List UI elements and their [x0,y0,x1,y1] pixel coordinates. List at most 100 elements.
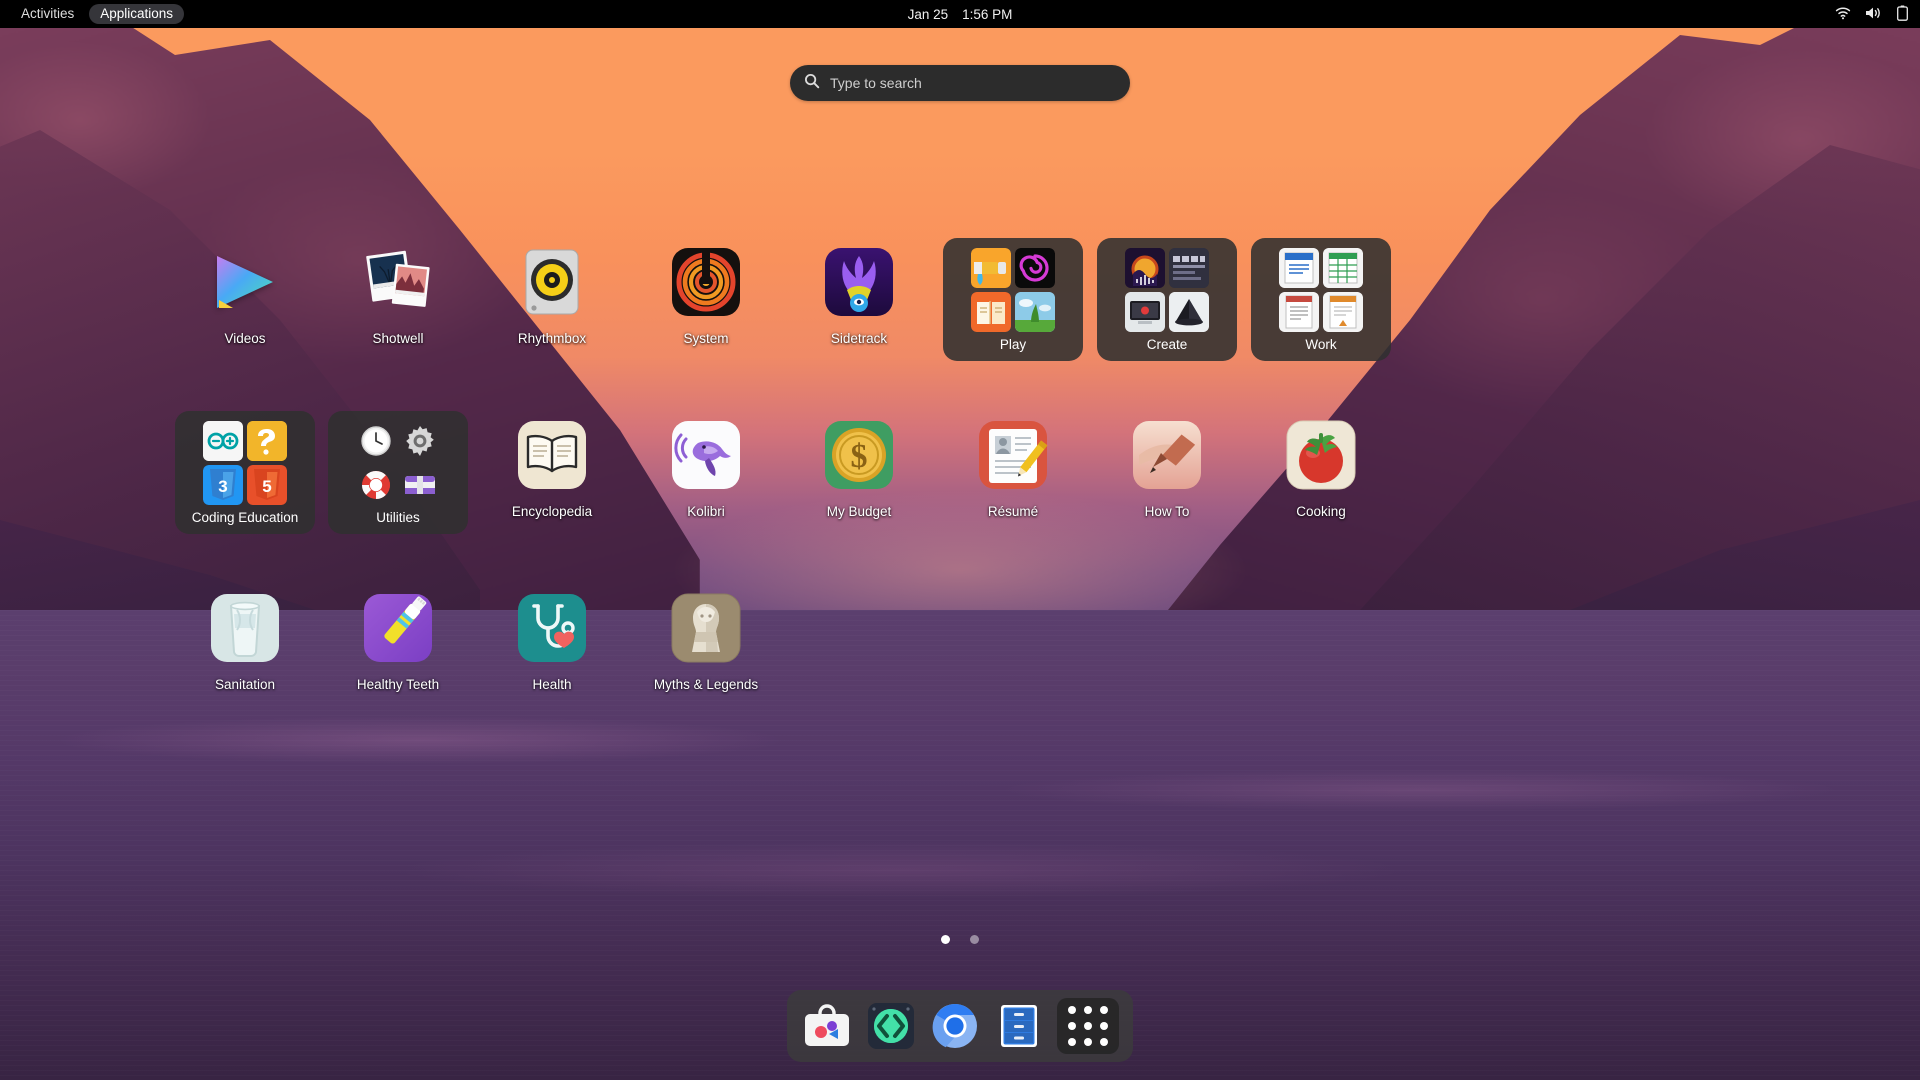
app-label: System [683,332,728,347]
app-label: Myths & Legends [654,678,758,693]
mini-icon-clock [356,421,396,461]
clock-date: Jan 25 [908,7,949,22]
app-grid-icon [1068,1006,1076,1014]
applications-button[interactable]: Applications [89,4,184,24]
app-label: Résumé [988,505,1038,520]
mini-icon-screen-recorder [1125,292,1165,332]
dock-item-app-center[interactable] [801,1000,853,1052]
page-dot-2[interactable] [970,935,979,944]
page-indicator[interactable] [941,935,979,944]
how-to-icon [1125,413,1209,497]
app-label: How To [1145,505,1190,520]
dock-item-chromium[interactable] [929,1000,981,1052]
my-budget-icon: $ [817,413,901,497]
sanitation-icon [203,586,287,670]
healthy-teeth-icon [356,586,440,670]
app-icon-cooking[interactable]: Cooking [1251,413,1391,520]
folder-utilities[interactable]: Utilities [328,411,468,534]
folder-play[interactable]: Play [943,238,1083,361]
app-icon-myths-and-legends[interactable]: Myths & Legends [636,586,776,693]
app-icon-rhythmbox[interactable]: Rhythmbox [482,240,622,347]
folder-label: Coding Education [192,511,299,526]
search-area: Type to search [790,65,1130,101]
app-icon-resume[interactable]: Résumé [943,413,1083,520]
mini-icon-arduino [203,421,243,461]
page-dot-1[interactable] [941,935,950,944]
mini-icon-html5: 5 [247,465,287,505]
top-bar-left: Activities Applications [0,4,184,24]
dock-item-files[interactable] [993,1000,1045,1052]
app-icon-sanitation[interactable]: Sanitation [175,586,315,693]
app-label: My Budget [827,505,892,520]
app-label: Rhythmbox [518,332,586,347]
app-icon-kolibri[interactable]: Kolibri [636,413,776,520]
svg-text:3: 3 [218,477,227,496]
clock-time: 1:56 PM [962,7,1012,22]
app-grid-dot [1100,1022,1108,1030]
mini-icon-video-editor [1169,248,1209,288]
shotwell-icon [356,240,440,324]
battery-icon [1897,5,1908,24]
system-status-area[interactable] [1835,5,1908,24]
mini-icon-audio-editor [1125,248,1165,288]
mini-icon-gcompris [971,248,1011,288]
mini-icon-css3: 3 [203,465,243,505]
kolibri-icon [664,413,748,497]
app-icon-healthy-teeth[interactable]: Healthy Teeth [328,586,468,693]
rhythmbox-icon [510,240,594,324]
folder-create-icon [1125,248,1209,332]
app-label: Shotwell [372,332,423,347]
mini-icon-presentation [1323,292,1363,332]
encyclopedia-icon [510,413,594,497]
videos-icon [203,240,287,324]
system-icon [664,240,748,324]
folder-coding-education-icon: 3 5 [203,421,287,505]
app-label: Kolibri [687,505,725,520]
search-input[interactable]: Type to search [790,65,1130,101]
mini-icon-word-processor [1279,248,1319,288]
mini-icon-archive-manager [400,465,440,505]
app-icon-system[interactable]: System [636,240,776,347]
svg-text:5: 5 [262,477,271,496]
mini-icon-story-book [971,292,1011,332]
folder-label: Utilities [376,511,420,526]
app-icon-videos[interactable]: Videos [175,240,315,347]
app-label: Sidetrack [831,332,887,347]
app-icon-shotwell[interactable]: Shotwell [328,240,468,347]
app-label: Sanitation [215,678,275,693]
app-grid-dot [1084,1006,1092,1014]
app-label: Videos [224,332,265,347]
app-icon-health[interactable]: Health [482,586,622,693]
top-bar: Activities Applications Jan 25 1:56 PM [0,0,1920,28]
folder-play-icon [971,248,1055,332]
search-placeholder: Type to search [830,75,922,91]
mini-icon-nature-game [1015,292,1055,332]
app-icon-encyclopedia[interactable]: Encyclopedia [482,413,622,520]
mini-icon-spiral-game [1015,248,1055,288]
wifi-icon [1835,6,1851,23]
mini-icon-settings-gear [400,421,440,461]
app-icon-sidetrack[interactable]: Sidetrack [789,240,929,347]
app-grid-dot [1100,1006,1108,1014]
myths-and-legends-icon [664,586,748,670]
folder-coding-education[interactable]: 3 5 Coding Education [175,411,315,534]
cooking-icon [1279,413,1363,497]
folder-create[interactable]: Create [1097,238,1237,361]
mini-icon-scratch-junior [247,421,287,461]
app-icon-how-to[interactable]: How To [1097,413,1237,520]
app-grid-dot [1100,1038,1108,1046]
folder-label: Play [1000,338,1026,353]
volume-icon [1865,6,1883,23]
folder-utilities-icon [356,421,440,505]
folder-label: Work [1305,338,1336,353]
show-applications-button[interactable] [1057,998,1119,1054]
app-icon-my-budget[interactable]: $ My Budget [789,413,929,520]
clock-area[interactable]: Jan 25 1:56 PM [908,7,1013,22]
activities-button[interactable]: Activities [10,4,85,24]
svg-text:$: $ [851,438,868,475]
dock-item-sidetrack[interactable] [865,1000,917,1052]
folder-work[interactable]: Work [1251,238,1391,361]
app-label: Encyclopedia [512,505,592,520]
search-icon [804,73,820,94]
sidetrack-icon [817,240,901,324]
